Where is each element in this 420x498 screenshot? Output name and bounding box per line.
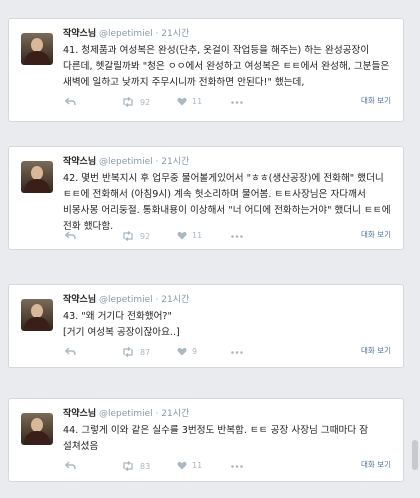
like-icon [177, 231, 187, 240]
like-button[interactable]: 9 [177, 347, 197, 356]
reply-icon [65, 347, 76, 356]
reply-button[interactable] [65, 97, 76, 107]
author-name[interactable]: 작약스님 [63, 157, 96, 167]
separator-dot: · [155, 29, 159, 39]
like-count: 11 [192, 461, 203, 470]
tweet-card[interactable]: 작약스님 @lepetimiel · 21시간 41. 청제품과 여성복은 완성… [8, 18, 404, 122]
like-button[interactable]: 11 [177, 461, 202, 470]
author-handle[interactable]: @lepetimiel [99, 29, 153, 39]
reply-button[interactable] [65, 347, 76, 357]
reply-icon [65, 231, 76, 240]
more-icon [231, 235, 243, 238]
separator-dot: · [155, 295, 159, 305]
tweet-card[interactable]: 작약스님 @lepetimiel · 21시간 42. 몇번 반복지시 후 업무… [8, 146, 404, 250]
timestamp[interactable]: 21시간 [161, 295, 189, 305]
view-conversation-link[interactable]: 대화 보기 [361, 229, 391, 240]
like-button[interactable]: 11 [177, 231, 202, 240]
retweet-count: 92 [140, 231, 151, 241]
retweet-button[interactable]: 83 [121, 461, 150, 471]
tweet-text: 44. 그렇게 이와 같은 실수를 3번정도 반복함. ㅌㅌ 공장 사장님 그때… [63, 425, 369, 452]
author-handle[interactable]: @lepetimiel [99, 157, 153, 167]
author-name[interactable]: 작약스님 [63, 295, 96, 305]
retweet-icon [123, 97, 133, 107]
reply-icon [65, 97, 76, 106]
like-icon [177, 97, 187, 106]
separator-dot: · [155, 157, 159, 167]
timestamp[interactable]: 21시간 [161, 409, 189, 419]
tweet-actions: 83 11 [65, 461, 395, 475]
tweet-actions: 92 11 [65, 231, 395, 245]
retweet-count: 83 [140, 461, 151, 471]
tweet-card[interactable]: 작약스님 @lepetimiel · 21시간 43. "왜 거기다 전화했어?… [8, 284, 404, 368]
retweet-icon [123, 461, 133, 471]
like-count: 9 [192, 347, 198, 356]
avatar[interactable] [21, 413, 53, 445]
more-icon [231, 351, 243, 354]
reply-icon [65, 461, 76, 470]
retweet-button[interactable]: 92 [121, 97, 150, 107]
like-icon [177, 461, 187, 470]
avatar[interactable] [21, 299, 53, 331]
more-icon [231, 465, 243, 468]
retweet-button[interactable]: 92 [121, 231, 150, 241]
tweet-header: 작약스님 @lepetimiel · 21시간 [63, 408, 189, 420]
tweet-header: 작약스님 @lepetimiel · 21시간 [63, 294, 189, 306]
tweet-text: 41. 청제품과 여성복은 완성(단추, 옷걸이 작업등을 해주는) 하는 완성… [63, 45, 390, 88]
tweet-actions: 87 9 [65, 347, 395, 361]
author-handle[interactable]: @lepetimiel [99, 295, 153, 305]
more-icon [231, 101, 243, 104]
tweet-header: 작약스님 @lepetimiel · 21시간 [63, 156, 189, 168]
separator-dot: · [155, 409, 159, 419]
author-name[interactable]: 작약스님 [63, 29, 96, 39]
like-icon [177, 347, 187, 356]
author-name[interactable]: 작약스님 [63, 409, 96, 419]
view-conversation-link[interactable]: 대화 보기 [361, 459, 391, 470]
more-button[interactable] [231, 235, 243, 238]
reply-button[interactable] [65, 461, 76, 471]
avatar[interactable] [21, 33, 53, 65]
avatar[interactable] [21, 161, 53, 193]
timestamp[interactable]: 21시간 [161, 157, 189, 167]
retweet-count: 92 [140, 97, 151, 107]
scrollbar[interactable] [412, 440, 418, 470]
like-count: 11 [192, 231, 203, 240]
tweet-text: 43. "왜 거기다 전화했어?" [거기 여성복 공장이잖아요..] [63, 311, 180, 338]
tweet-actions: 92 11 [65, 97, 395, 111]
retweet-button[interactable]: 87 [121, 347, 150, 357]
retweet-icon [123, 231, 133, 241]
view-conversation-link[interactable]: 대화 보기 [361, 345, 391, 356]
tweet-header: 작약스님 @lepetimiel · 21시간 [63, 28, 189, 40]
author-handle[interactable]: @lepetimiel [99, 409, 153, 419]
more-button[interactable] [231, 101, 243, 104]
view-conversation-link[interactable]: 대화 보기 [361, 95, 391, 106]
more-button[interactable] [231, 465, 243, 468]
more-button[interactable] [231, 351, 243, 354]
retweet-count: 87 [140, 347, 151, 357]
timestamp[interactable]: 21시간 [161, 29, 189, 39]
tweet-text: 42. 몇번 반복지시 후 업무중 물어볼게있어서 "ㅎㅎ(생산공장)에 전화해… [63, 173, 391, 232]
reply-button[interactable] [65, 231, 76, 241]
tweet-card[interactable]: 작약스님 @lepetimiel · 21시간 44. 그렇게 이와 같은 실수… [8, 398, 404, 482]
like-button[interactable]: 11 [177, 97, 202, 106]
retweet-icon [123, 347, 133, 357]
like-count: 11 [192, 97, 203, 106]
